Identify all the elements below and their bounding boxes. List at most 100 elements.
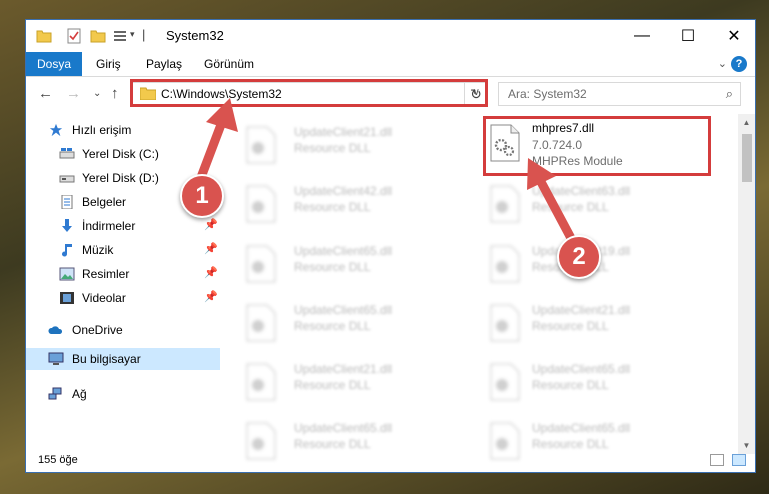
list-item[interactable]: UpdateClient65.dll Resource DLL: [464, 359, 694, 413]
help-icon[interactable]: ?: [731, 56, 747, 72]
up-icon[interactable]: ↑: [111, 85, 119, 102]
videos-icon: [60, 292, 74, 304]
search-placeholder[interactable]: Ara: System32: [508, 87, 587, 101]
dll-file-icon: [490, 304, 520, 342]
file-name: UpdateClient63.dll: [532, 184, 631, 198]
list-item[interactable]: UpdateClient21.dll Resource DLL: [464, 300, 694, 354]
dll-file-icon: [246, 363, 276, 401]
pin-icon[interactable]: 📌: [204, 242, 218, 255]
onedrive-icon: [48, 326, 63, 334]
forward-icon[interactable]: →: [66, 85, 81, 102]
expand-ribbon-icon[interactable]: ⌄: [718, 57, 727, 70]
close-button[interactable]: ✕: [711, 20, 757, 52]
address-highlight-box: [130, 79, 488, 107]
file-name: UpdateClient65.dll: [294, 421, 393, 435]
file-name: UpdateClient65.dll: [294, 244, 393, 258]
file-name: UpdateClient65.dll: [532, 362, 631, 376]
file-highlight-box: [483, 116, 711, 176]
nav-item-music[interactable]: Müzik 📌: [26, 239, 220, 261]
nav-item-network[interactable]: Ağ: [26, 383, 220, 405]
nav-label: Bu bilgisayar: [72, 352, 141, 366]
list-item[interactable]: UpdateClient65.dll Resource DLL: [226, 300, 456, 354]
nav-item-quick-access[interactable]: Hızlı erişim: [26, 119, 220, 141]
minimize-button[interactable]: —: [619, 20, 665, 52]
nav-label: OneDrive: [72, 323, 123, 337]
details-view-icon[interactable]: [710, 454, 724, 466]
qa-dropdown-icon[interactable]: ▾: [130, 29, 135, 40]
properties-icon[interactable]: [66, 28, 82, 44]
file-name: UpdateClient21.dll: [294, 362, 393, 376]
window-title: System32: [166, 28, 224, 43]
item-count: 155 öğe: [38, 454, 78, 466]
list-item[interactable]: UpdateClient63.dll Resource DLL: [464, 181, 694, 235]
search-box[interactable]: Ara: System32 ⌕: [498, 82, 741, 106]
nav-label: Yerel Disk (C:): [82, 147, 159, 161]
pin-icon[interactable]: 📌: [204, 290, 218, 303]
recent-locations-icon[interactable]: ⌄: [93, 88, 101, 99]
tab-share[interactable]: Paylaş: [146, 57, 182, 71]
vertical-scrollbar[interactable]: ▲ ▼: [738, 114, 755, 454]
nav-item-videos[interactable]: Videolar 📌: [26, 287, 220, 309]
nav-label: Belgeler: [82, 195, 127, 209]
back-icon[interactable]: ←: [38, 85, 53, 102]
file-description: Resource DLL: [294, 200, 371, 214]
new-folder-icon[interactable]: [90, 28, 106, 44]
scroll-up-icon[interactable]: ▲: [738, 114, 755, 131]
nav-label: Videolar: [82, 291, 126, 305]
dll-file-icon: [246, 185, 276, 223]
maximize-button[interactable]: ☐: [665, 20, 711, 52]
file-description: Resource DLL: [294, 437, 371, 451]
network-icon: [48, 387, 62, 400]
pin-icon[interactable]: 📌: [204, 266, 218, 279]
step-badge-1: 1: [180, 174, 224, 218]
nav-label: Resimler: [82, 267, 130, 281]
customize-icon[interactable]: [112, 28, 128, 44]
file-name: UpdateClient65.dll: [294, 303, 393, 317]
computer-icon: [48, 352, 64, 365]
nav-item-disk-c[interactable]: Yerel Disk (C:): [26, 143, 220, 165]
pictures-icon: [59, 267, 75, 281]
step-badge-2: 2: [557, 235, 601, 279]
list-item[interactable]: UpdateClient21.dll Resource DLL: [226, 122, 456, 176]
nav-label: Yerel Disk (D:): [82, 171, 159, 185]
pin-icon[interactable]: 📌: [204, 218, 218, 231]
star-icon: [49, 123, 63, 137]
list-item[interactable]: UpdateClient42.dll Resource DLL: [226, 181, 456, 235]
tab-file[interactable]: Dosya: [26, 52, 82, 76]
file-description: Resource DLL: [532, 437, 609, 451]
file-name: UpdateClient65.dll: [532, 421, 631, 435]
qa-separator: |: [142, 27, 146, 42]
nav-label: Müzik: [82, 243, 114, 257]
downloads-icon: [62, 219, 72, 232]
dll-file-icon: [246, 126, 276, 164]
dll-file-icon: [490, 363, 520, 401]
nav-item-pictures[interactable]: Resimler 📌: [26, 263, 220, 285]
status-bar: 155 öğe: [26, 450, 755, 472]
folder-icon[interactable]: [36, 28, 52, 44]
file-name: UpdateClient21.dll: [294, 125, 393, 139]
navigation-pane: Hızlı erişim Yerel Disk (C:) Yerel Disk …: [26, 114, 226, 444]
nav-item-onedrive[interactable]: OneDrive: [26, 319, 220, 341]
nav-label: İndirmeler: [82, 219, 136, 233]
list-item[interactable]: UpdateClient21.dll Resource DLL: [226, 359, 456, 413]
dll-file-icon: [490, 185, 520, 223]
drive-icon: [59, 175, 75, 183]
file-description: Resource DLL: [294, 378, 371, 392]
nav-label: Ağ: [72, 387, 87, 401]
file-description: Resource DLL: [532, 378, 609, 392]
search-icon[interactable]: ⌕: [726, 86, 733, 102]
nav-item-this-pc[interactable]: Bu bilgisayar: [26, 348, 220, 370]
tab-view[interactable]: Görünüm: [204, 57, 254, 71]
drive-c-icon: [59, 148, 75, 159]
scroll-thumb[interactable]: [742, 134, 752, 182]
large-icons-view-icon[interactable]: [732, 454, 746, 466]
nav-item-downloads[interactable]: İndirmeler 📌: [26, 215, 220, 237]
documents-icon: [61, 195, 73, 209]
file-description: Resource DLL: [532, 319, 609, 333]
file-description: Resource DLL: [294, 260, 371, 274]
file-name: UpdateClient21.dll: [532, 303, 631, 317]
list-item[interactable]: UpdateClient65.dll Resource DLL: [226, 241, 456, 295]
tab-home[interactable]: Giriş: [96, 57, 121, 71]
file-description: Resource DLL: [532, 200, 609, 214]
title-bar: ▾ | System32 — ☐ ✕: [26, 20, 755, 52]
